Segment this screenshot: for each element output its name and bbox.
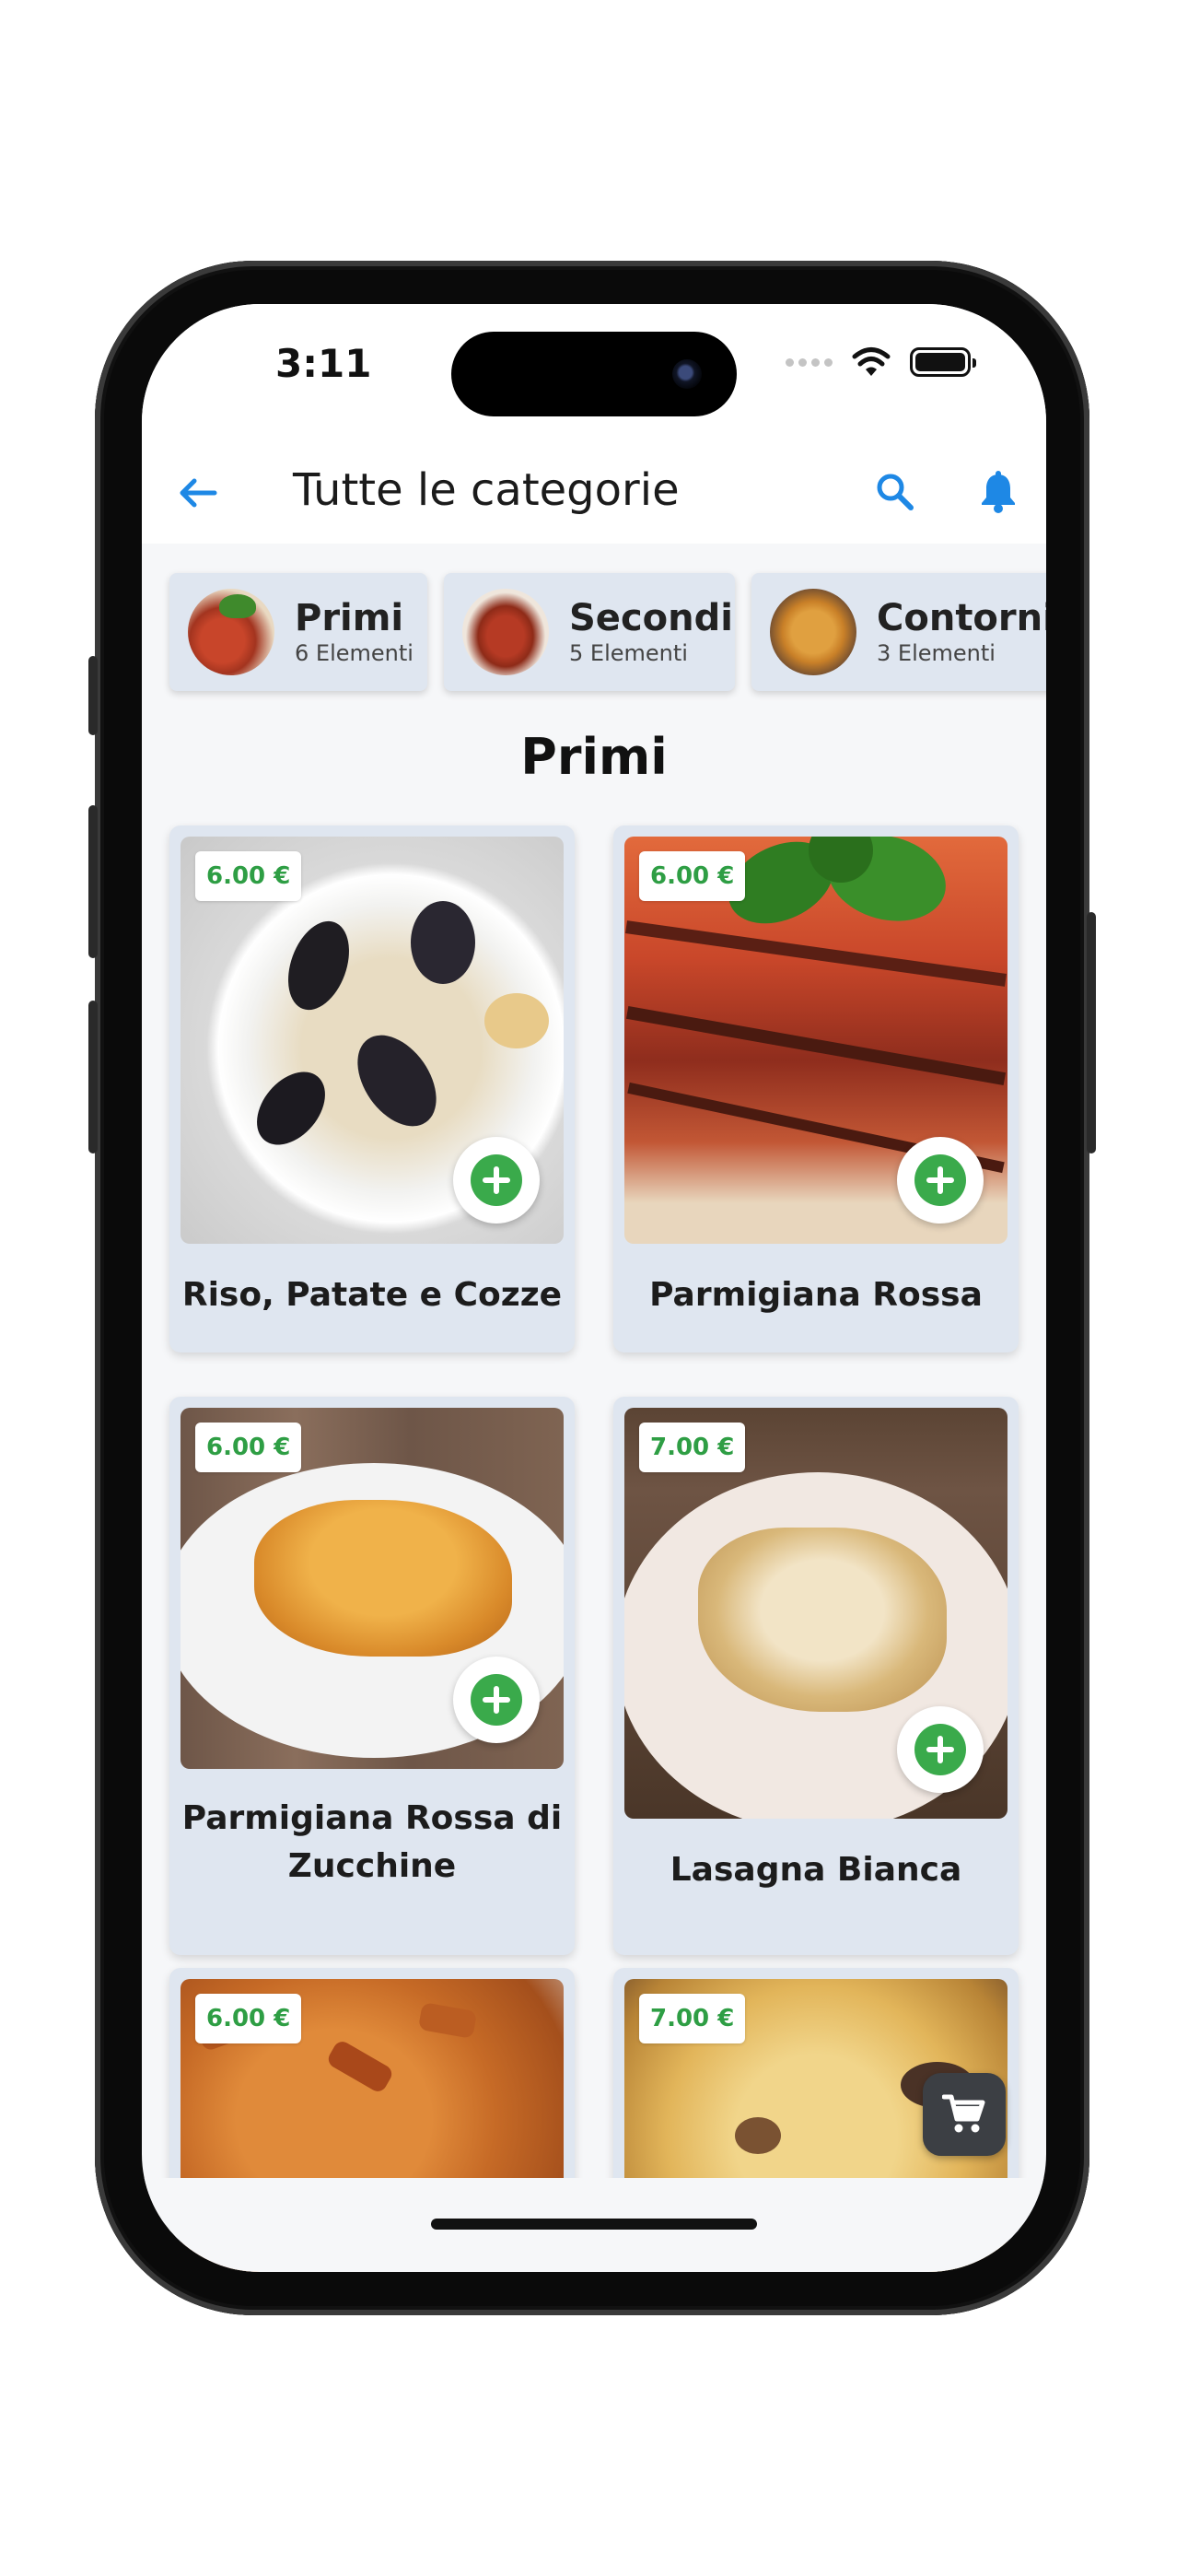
- power-button: [1087, 912, 1096, 1153]
- wifi-icon: [852, 347, 891, 376]
- add-to-cart-button[interactable]: [897, 1706, 984, 1793]
- product-name: Parmigiana Rossa di Zucchine: [181, 1799, 563, 1885]
- notifications-button[interactable]: [973, 466, 1024, 518]
- price-badge: 6.00 €: [195, 1423, 302, 1472]
- battery-icon: [910, 347, 976, 377]
- price-badge: 7.00 €: [639, 1423, 746, 1472]
- add-to-cart-button[interactable]: [453, 1657, 540, 1743]
- dynamic-island: [451, 332, 737, 416]
- price-badge: 6.00 €: [639, 851, 746, 901]
- category-chip-primi[interactable]: Primi 6 Elementi: [169, 573, 427, 691]
- search-icon: [877, 474, 914, 510]
- status-time: 3:11: [275, 341, 372, 386]
- plus-icon: [926, 1166, 954, 1194]
- search-button[interactable]: [869, 466, 921, 518]
- category-chip-contorni[interactable]: Contorni 3 Elementi: [751, 573, 1046, 691]
- cellular-signal-icon: [786, 357, 833, 367]
- product-name: Lasagna Bianca: [670, 1851, 962, 1889]
- home-indicator[interactable]: [431, 2219, 757, 2230]
- camera-icon: [672, 359, 702, 389]
- price-badge: 6.00 €: [195, 851, 302, 901]
- back-button[interactable]: [175, 470, 221, 516]
- category-name: Secondi: [569, 597, 733, 639]
- plus-icon: [483, 1166, 510, 1194]
- product-card[interactable]: 6.00 € Riso, Patate e Cozze: [169, 825, 575, 1352]
- page-title: Tutte le categorie: [293, 464, 680, 516]
- section-title: Primi: [520, 728, 668, 786]
- cart-icon: [942, 2094, 985, 2133]
- category-list: Primi 6 Elementi Secondi 5 Elementi Cont…: [169, 573, 1046, 693]
- category-thumbnail: [462, 589, 549, 675]
- product-name: Riso, Patate e Cozze: [181, 1276, 563, 1314]
- category-count: 3 Elementi: [877, 640, 996, 666]
- status-icons: [786, 346, 976, 378]
- category-chip-secondi[interactable]: Secondi 5 Elementi: [444, 573, 735, 691]
- category-count: 6 Elementi: [295, 640, 413, 666]
- category-name: Contorni: [877, 597, 1046, 639]
- arrow-left-icon: [180, 478, 217, 508]
- category-name: Primi: [295, 597, 404, 639]
- bottom-safe-area: [142, 2178, 1046, 2272]
- plus-icon: [483, 1686, 510, 1714]
- product-name: Parmigiana Rossa: [649, 1276, 983, 1314]
- plus-icon: [926, 1736, 954, 1763]
- category-thumbnail: [770, 589, 856, 675]
- add-to-cart-button[interactable]: [453, 1137, 540, 1224]
- product-card[interactable]: 7.00 € Lasagna Bianca: [613, 1397, 1019, 1955]
- volume-up-button: [88, 805, 98, 958]
- product-card[interactable]: 6.00 € Parmigiana Rossa di Zucchine: [169, 1397, 575, 1955]
- volume-down-button: [88, 1001, 98, 1153]
- add-to-cart-button[interactable]: [897, 1137, 984, 1224]
- category-thumbnail: [188, 589, 274, 675]
- category-count: 5 Elementi: [569, 640, 688, 666]
- price-badge: 6.00 €: [195, 1994, 302, 2043]
- app-bar: Tutte le categorie: [142, 442, 1046, 544]
- cart-button[interactable]: [923, 2073, 1006, 2156]
- price-badge: 7.00 €: [639, 1994, 746, 2043]
- action-button: [88, 656, 98, 735]
- product-card[interactable]: 6.00 € Parmigiana Rossa: [613, 825, 1019, 1352]
- bell-icon: [982, 471, 1015, 513]
- app-screen: 3:11 Tutte le categorie Primi 6 Elementi…: [142, 304, 1046, 2272]
